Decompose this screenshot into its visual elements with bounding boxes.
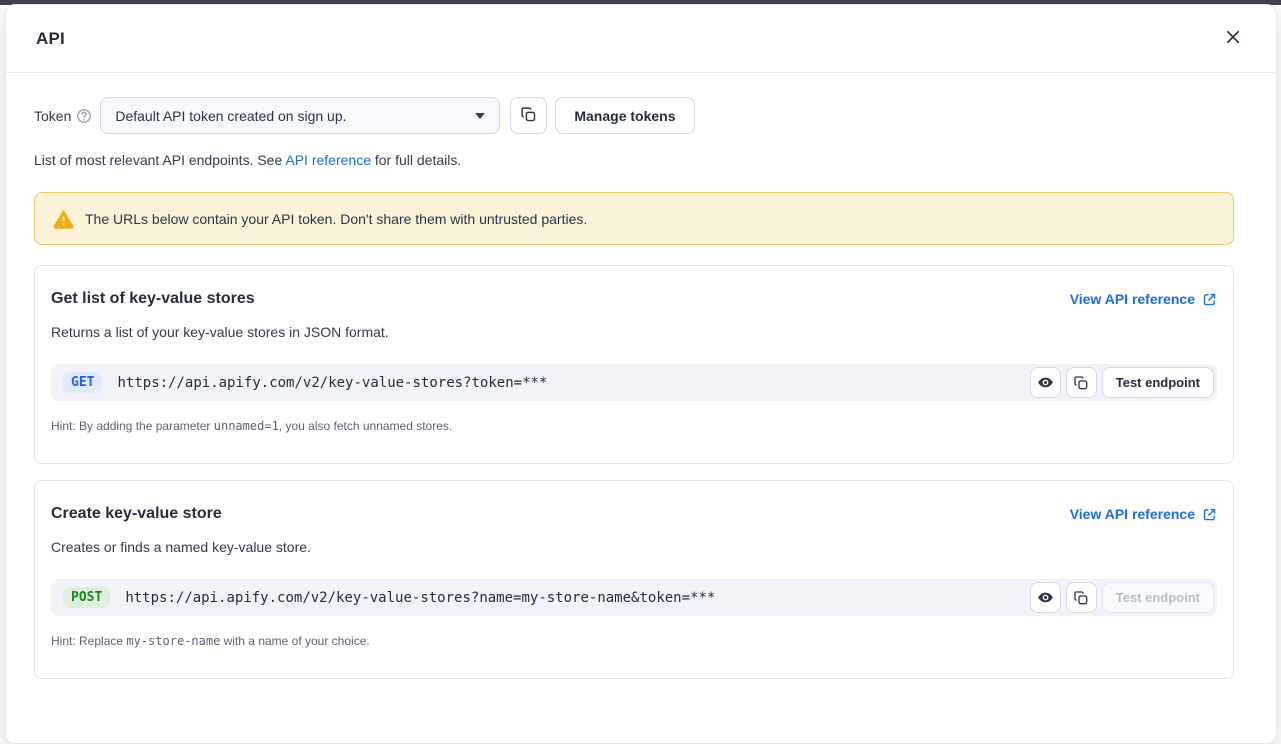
intro-text: List of most relevant API endpoints. See… xyxy=(34,152,1234,168)
hint-before: Hint: By adding the parameter xyxy=(51,419,214,433)
copy-icon xyxy=(1073,375,1089,391)
card-header: Create key-value store View API referenc… xyxy=(51,505,1217,523)
hint-code: unnamed=1 xyxy=(214,419,279,433)
endpoint-url: https://api.apify.com/v2/key-value-store… xyxy=(125,590,1029,606)
view-api-reference-link[interactable]: View API reference xyxy=(1070,291,1217,307)
close-icon xyxy=(1224,28,1242,49)
endpoint-title: Create key-value store xyxy=(51,505,222,523)
test-endpoint-button[interactable]: Test endpoint xyxy=(1102,367,1214,398)
intro-after: for full details. xyxy=(371,152,461,168)
endpoint-url: https://api.apify.com/v2/key-value-store… xyxy=(117,375,1029,391)
warning-triangle-icon xyxy=(53,208,74,229)
endpoint-description: Creates or finds a named key-value store… xyxy=(51,539,1217,555)
reveal-token-button[interactable] xyxy=(1030,367,1061,398)
intro-before: List of most relevant API endpoints. See xyxy=(34,152,285,168)
endpoint-url-bar: POST https://api.apify.com/v2/key-value-… xyxy=(51,579,1217,616)
token-select-value: Default API token created on sign up. xyxy=(115,108,346,124)
endpoint-url-bar: GET https://api.apify.com/v2/key-value-s… xyxy=(51,364,1217,401)
copy-token-button[interactable] xyxy=(510,97,547,134)
token-label: Token xyxy=(34,108,71,124)
warning-banner: The URLs below contain your API token. D… xyxy=(34,192,1234,245)
modal-header: API xyxy=(6,5,1276,73)
copy-url-button[interactable] xyxy=(1066,367,1097,398)
manage-tokens-button[interactable]: Manage tokens xyxy=(555,97,694,134)
modal-body: Token Default API token created on sign … xyxy=(6,73,1276,719)
endpoint-actions: Test endpoint xyxy=(1030,582,1214,613)
endpoint-description: Returns a list of your key-value stores … xyxy=(51,324,1217,340)
endpoint-hint: Hint: Replace my-store-name with a name … xyxy=(51,634,1217,648)
api-modal: API Token Default API token created on s… xyxy=(5,4,1277,744)
eye-icon xyxy=(1037,374,1054,391)
method-badge: POST xyxy=(63,587,110,608)
close-button[interactable] xyxy=(1220,24,1246,53)
hint-after: , you also fetch unnamed stores. xyxy=(279,419,452,433)
method-badge: GET xyxy=(63,372,102,393)
hint-code: my-store-name xyxy=(126,634,220,648)
view-api-reference-label: View API reference xyxy=(1070,506,1195,522)
help-circle-icon[interactable] xyxy=(76,108,92,124)
token-select[interactable]: Default API token created on sign up. xyxy=(100,97,500,134)
card-header: Get list of key-value stores View API re… xyxy=(51,290,1217,308)
view-api-reference-link[interactable]: View API reference xyxy=(1070,506,1217,522)
token-row: Token Default API token created on sign … xyxy=(34,97,1234,134)
test-endpoint-button[interactable]: Test endpoint xyxy=(1102,582,1214,613)
eye-icon xyxy=(1037,589,1054,606)
view-api-reference-label: View API reference xyxy=(1070,291,1195,307)
hint-before: Hint: Replace xyxy=(51,634,126,648)
endpoint-hint: Hint: By adding the parameter unnamed=1,… xyxy=(51,419,1217,433)
chevron-down-icon xyxy=(475,113,485,119)
endpoint-title: Get list of key-value stores xyxy=(51,290,255,308)
hint-after: with a name of your choice. xyxy=(220,634,369,648)
modal-title: API xyxy=(36,29,65,49)
endpoint-actions: Test endpoint xyxy=(1030,367,1214,398)
copy-url-button[interactable] xyxy=(1066,582,1097,613)
endpoint-card-get-list: Get list of key-value stores View API re… xyxy=(34,265,1234,464)
api-reference-link[interactable]: API reference xyxy=(285,152,371,168)
copy-icon xyxy=(1073,590,1089,606)
external-link-icon xyxy=(1202,507,1217,522)
warning-text: The URLs below contain your API token. D… xyxy=(85,211,587,227)
copy-icon xyxy=(520,106,537,126)
external-link-icon xyxy=(1202,292,1217,307)
reveal-token-button[interactable] xyxy=(1030,582,1061,613)
endpoint-card-create-store: Create key-value store View API referenc… xyxy=(34,480,1234,679)
